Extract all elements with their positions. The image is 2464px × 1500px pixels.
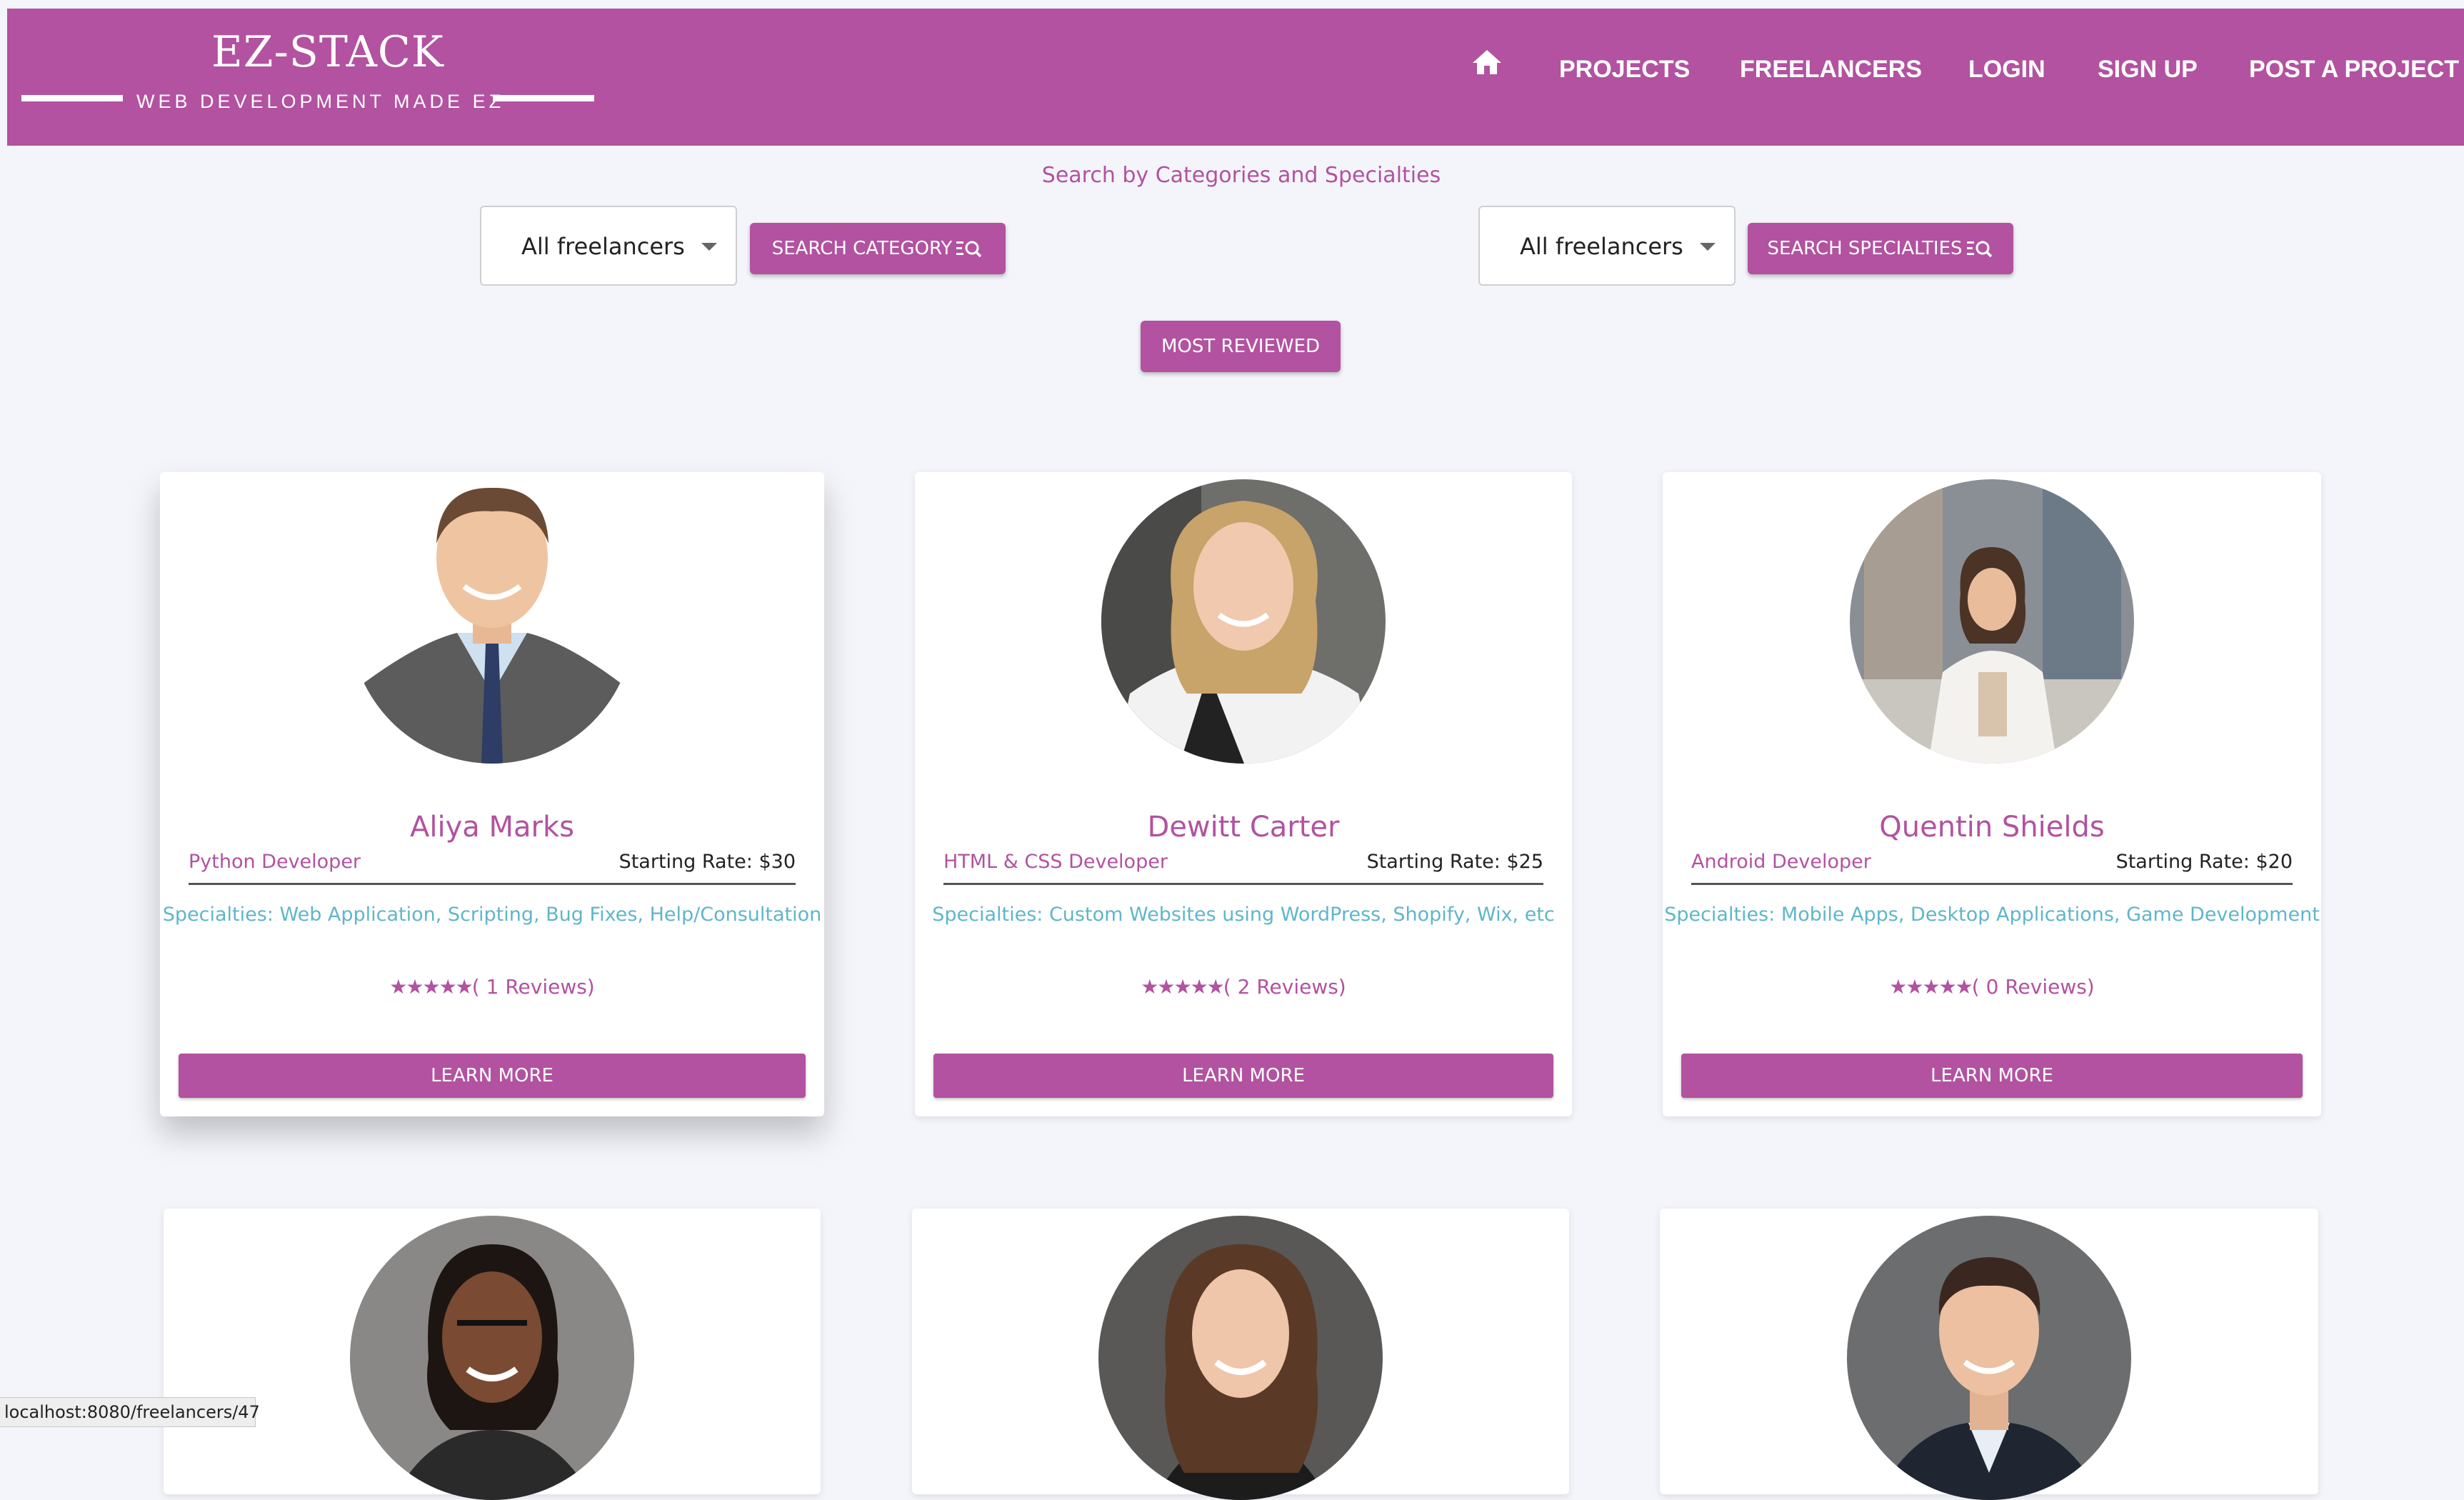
review-count: ( 2 Reviews) <box>1223 975 1346 999</box>
specialties-text: Specialties: Mobile Apps, Desktop Applic… <box>1664 904 2320 926</box>
freelancer-card: Quentin Shields Android Developer Starti… <box>1663 472 2321 1116</box>
star-rating-icon: ★★★★★ <box>1889 975 1973 999</box>
category-select[interactable]: All freelancers <box>480 206 737 286</box>
search-category-button[interactable]: SEARCH CATEGORY <box>750 223 1006 274</box>
home-icon[interactable] <box>1470 46 1504 80</box>
browser-status-url: localhost:8080/freelancers/47 <box>0 1397 260 1427</box>
avatar[interactable] <box>1847 1216 2131 1500</box>
rating: ★★★★★( 0 Reviews) <box>1663 975 2321 999</box>
divider <box>189 883 796 885</box>
nav-projects[interactable]: PROJECTS <box>1559 56 1690 84</box>
most-reviewed-button[interactable]: MOST REVIEWED <box>1141 321 1341 372</box>
star-rating-icon: ★★★★★ <box>1141 975 1225 999</box>
freelancer-card <box>164 1209 821 1500</box>
category-select-value: All freelancers <box>521 233 685 260</box>
avatar[interactable] <box>350 1216 634 1500</box>
starting-rate: Starting Rate: $20 <box>2115 851 2293 873</box>
starting-rate: Starting Rate: $25 <box>1366 851 1543 873</box>
freelancer-card <box>912 1209 1569 1500</box>
search-heading: Search by Categories and Specialties <box>1041 163 1441 188</box>
freelancer-name: Dewitt Carter <box>1147 811 1340 844</box>
search-list-icon <box>955 239 983 259</box>
specialty-select[interactable]: All freelancers <box>1478 206 1736 286</box>
specialties-text: Specialties: Custom Websites using WordP… <box>932 904 1555 926</box>
nav-login[interactable]: LOGIN <box>1968 56 2045 84</box>
learn-more-button[interactable]: LEARN MORE <box>1681 1054 2303 1098</box>
freelancer-card <box>1660 1209 2318 1500</box>
freelancer-role: Android Developer <box>1691 851 1871 873</box>
rating: ★★★★★( 2 Reviews) <box>915 975 1572 999</box>
chevron-down-icon <box>701 243 717 251</box>
nav-freelancers[interactable]: FREELANCERS <box>1740 56 1922 84</box>
divider <box>1691 883 2293 885</box>
top-navbar: EZ-STACK WEB DEVELOPMENT MADE EZ PROJECT… <box>7 9 2464 146</box>
freelancer-name: Quentin Shields <box>1879 811 2105 844</box>
avatar[interactable] <box>350 479 634 764</box>
learn-more-button[interactable]: LEARN MORE <box>179 1054 806 1098</box>
learn-more-button[interactable]: LEARN MORE <box>933 1054 1553 1098</box>
brand-tagline: WEB DEVELOPMENT MADE EZ <box>136 91 505 112</box>
avatar[interactable] <box>1101 479 1386 764</box>
brand-title[interactable]: EZ-STACK <box>211 27 444 77</box>
search-list-icon <box>1965 239 1994 259</box>
divider <box>943 883 1543 885</box>
star-rating-icon: ★★★★★ <box>389 975 474 999</box>
specialty-select-value: All freelancers <box>1520 233 1683 260</box>
brand-divider-right <box>493 95 594 101</box>
freelancer-role: HTML & CSS Developer <box>943 851 1168 873</box>
specialties-text: Specialties: Web Application, Scripting,… <box>162 904 822 926</box>
avatar[interactable] <box>1098 1216 1383 1500</box>
review-count: ( 1 Reviews) <box>471 975 595 999</box>
starting-rate: Starting Rate: $30 <box>618 851 796 873</box>
freelancer-card: Dewitt Carter HTML & CSS Developer Start… <box>915 472 1572 1116</box>
search-specialties-button[interactable]: SEARCH SPECIALTIES <box>1748 223 2013 274</box>
rating: ★★★★★( 1 Reviews) <box>160 975 824 999</box>
brand-divider-left <box>21 95 123 101</box>
avatar[interactable] <box>1850 479 2134 764</box>
nav-sign-up[interactable]: SIGN UP <box>2098 56 2198 84</box>
freelancer-name: Aliya Marks <box>410 811 574 844</box>
search-category-label: SEARCH CATEGORY <box>771 238 953 259</box>
freelancer-card: Aliya Marks Python Developer Starting Ra… <box>160 472 824 1116</box>
search-specialties-label: SEARCH SPECIALTIES <box>1767 238 1963 259</box>
nav-post-a-project[interactable]: POST A PROJECT <box>2249 56 2459 84</box>
freelancer-role: Python Developer <box>189 851 361 873</box>
chevron-down-icon <box>1700 243 1716 251</box>
review-count: ( 0 Reviews) <box>1971 975 2095 999</box>
